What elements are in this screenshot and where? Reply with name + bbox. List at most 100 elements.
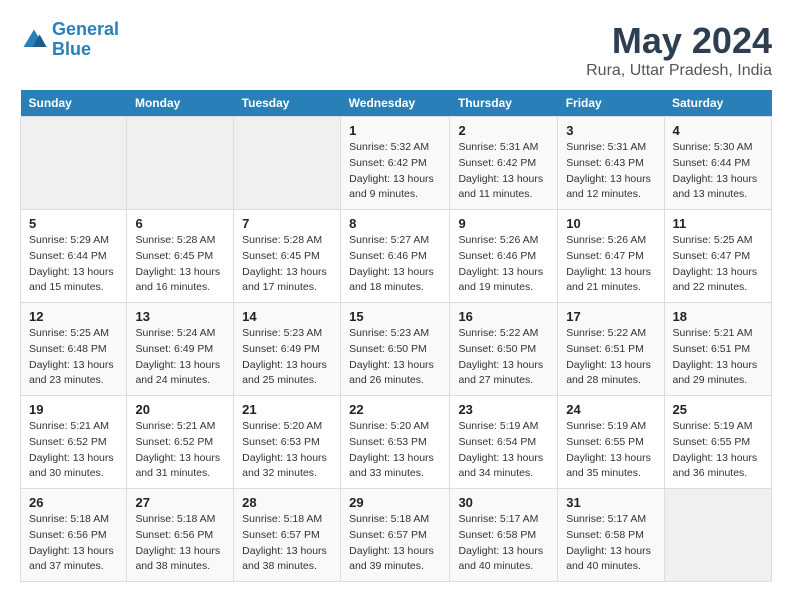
calendar-cell: 22Sunrise: 5:20 AMSunset: 6:53 PMDayligh… <box>341 396 450 489</box>
day-info: Sunrise: 5:23 AMSunset: 6:50 PMDaylight:… <box>349 326 441 389</box>
day-number: 9 <box>458 216 549 231</box>
calendar-cell: 7 Sunrise: 5:28 AMSunset: 6:45 PMDaylight… <box>234 210 341 303</box>
day-number: 15 <box>349 309 441 324</box>
calendar-cell: 11 Sunrise: 5:25 AMSunset: 6:47 PMDayligh… <box>664 210 772 303</box>
calendar-cell: 21 Sunrise: 5:20 AMSunset: 6:53 PMDayligh… <box>234 396 341 489</box>
weekday-header-monday: Monday <box>127 90 234 117</box>
day-number: 21 <box>242 402 332 417</box>
day-number: 7 <box>242 216 332 231</box>
day-info: Sunrise: 5:19 AMSunset: 6:54 PMDaylight:… <box>458 419 549 482</box>
calendar-cell: 14 Sunrise: 5:23 AMSunset: 6:49 PMDayligh… <box>234 303 341 396</box>
day-number: 1 <box>349 123 441 138</box>
calendar-cell: 31Sunrise: 5:17 AMSunset: 6:58 PMDayligh… <box>558 489 664 582</box>
weekday-header-sunday: Sunday <box>21 90 127 117</box>
day-info: Sunrise: 5:25 AMSunset: 6:48 PMDaylight:… <box>29 326 118 389</box>
day-info: Sunrise: 5:29 AMSunset: 6:44 PMDaylight:… <box>29 233 118 296</box>
day-number: 22 <box>349 402 441 417</box>
day-info: Sunrise: 5:27 AMSunset: 6:46 PMDaylight:… <box>349 233 441 296</box>
calendar-cell: 8Sunrise: 5:27 AMSunset: 6:46 PMDaylight… <box>341 210 450 303</box>
day-number: 2 <box>458 123 549 138</box>
calendar-cell: 3 Sunrise: 5:31 AMSunset: 6:43 PMDaylight… <box>558 117 664 210</box>
calendar-cell: 19 Sunrise: 5:21 AMSunset: 6:52 PMDayligh… <box>21 396 127 489</box>
calendar-cell: 4 Sunrise: 5:30 AMSunset: 6:44 PMDaylight… <box>664 117 772 210</box>
logo: General Blue <box>20 20 119 60</box>
calendar-cell: 5 Sunrise: 5:29 AMSunset: 6:44 PMDaylight… <box>21 210 127 303</box>
day-number: 12 <box>29 309 118 324</box>
day-info: Sunrise: 5:22 AMSunset: 6:51 PMDaylight:… <box>566 326 655 389</box>
calendar-table: SundayMondayTuesdayWednesdayThursdayFrid… <box>20 90 772 582</box>
day-info: Sunrise: 5:31 AMSunset: 6:43 PMDaylight:… <box>566 140 655 203</box>
calendar-cell: 20 Sunrise: 5:21 AMSunset: 6:52 PMDayligh… <box>127 396 234 489</box>
calendar-cell: 9 Sunrise: 5:26 AMSunset: 6:46 PMDaylight… <box>450 210 558 303</box>
calendar-cell: 25Sunrise: 5:19 AMSunset: 6:55 PMDayligh… <box>664 396 772 489</box>
day-info: Sunrise: 5:25 AMSunset: 6:47 PMDaylight:… <box>673 233 764 296</box>
day-number: 28 <box>242 495 332 510</box>
calendar-cell: 23 Sunrise: 5:19 AMSunset: 6:54 PMDayligh… <box>450 396 558 489</box>
day-info: Sunrise: 5:30 AMSunset: 6:44 PMDaylight:… <box>673 140 764 203</box>
day-number: 16 <box>458 309 549 324</box>
day-info: Sunrise: 5:28 AMSunset: 6:45 PMDaylight:… <box>242 233 332 296</box>
day-info: Sunrise: 5:21 AMSunset: 6:52 PMDaylight:… <box>29 419 118 482</box>
day-number: 26 <box>29 495 118 510</box>
day-number: 20 <box>135 402 225 417</box>
calendar-cell: 10Sunrise: 5:26 AMSunset: 6:47 PMDayligh… <box>558 210 664 303</box>
day-info: Sunrise: 5:21 AMSunset: 6:52 PMDaylight:… <box>135 419 225 482</box>
day-number: 18 <box>673 309 764 324</box>
calendar-cell: 18Sunrise: 5:21 AMSunset: 6:51 PMDayligh… <box>664 303 772 396</box>
day-info: Sunrise: 5:31 AMSunset: 6:42 PMDaylight:… <box>458 140 549 203</box>
calendar-cell: 16 Sunrise: 5:22 AMSunset: 6:50 PMDayligh… <box>450 303 558 396</box>
weekday-header-wednesday: Wednesday <box>341 90 450 117</box>
day-number: 11 <box>673 216 764 231</box>
day-info: Sunrise: 5:20 AMSunset: 6:53 PMDaylight:… <box>242 419 332 482</box>
calendar-cell: 12 Sunrise: 5:25 AMSunset: 6:48 PMDayligh… <box>21 303 127 396</box>
calendar-week-row: 5 Sunrise: 5:29 AMSunset: 6:44 PMDaylight… <box>21 210 772 303</box>
calendar-cell: 27 Sunrise: 5:18 AMSunset: 6:56 PMDayligh… <box>127 489 234 582</box>
day-number: 23 <box>458 402 549 417</box>
title-block: May 2024 Rura, Uttar Pradesh, India <box>586 20 772 80</box>
page-header: General Blue May 2024 Rura, Uttar Prades… <box>20 20 772 80</box>
day-number: 4 <box>673 123 764 138</box>
calendar-cell: 30 Sunrise: 5:17 AMSunset: 6:58 PMDayligh… <box>450 489 558 582</box>
day-info: Sunrise: 5:26 AMSunset: 6:46 PMDaylight:… <box>458 233 549 296</box>
day-info: Sunrise: 5:23 AMSunset: 6:49 PMDaylight:… <box>242 326 332 389</box>
calendar-cell: 6 Sunrise: 5:28 AMSunset: 6:45 PMDaylight… <box>127 210 234 303</box>
calendar-week-row: 19 Sunrise: 5:21 AMSunset: 6:52 PMDayligh… <box>21 396 772 489</box>
day-info: Sunrise: 5:18 AMSunset: 6:57 PMDaylight:… <box>349 512 441 575</box>
calendar-cell: 15 Sunrise: 5:23 AMSunset: 6:50 PMDayligh… <box>341 303 450 396</box>
calendar-cell: 13Sunrise: 5:24 AMSunset: 6:49 PMDayligh… <box>127 303 234 396</box>
day-info: Sunrise: 5:22 AMSunset: 6:50 PMDaylight:… <box>458 326 549 389</box>
day-number: 19 <box>29 402 118 417</box>
day-info: Sunrise: 5:19 AMSunset: 6:55 PMDaylight:… <box>673 419 764 482</box>
day-number: 14 <box>242 309 332 324</box>
calendar-cell: 17 Sunrise: 5:22 AMSunset: 6:51 PMDayligh… <box>558 303 664 396</box>
day-info: Sunrise: 5:18 AMSunset: 6:56 PMDaylight:… <box>29 512 118 575</box>
day-number: 30 <box>458 495 549 510</box>
day-number: 3 <box>566 123 655 138</box>
weekday-header-thursday: Thursday <box>450 90 558 117</box>
calendar-cell: 28Sunrise: 5:18 AMSunset: 6:57 PMDayligh… <box>234 489 341 582</box>
day-info: Sunrise: 5:18 AMSunset: 6:56 PMDaylight:… <box>135 512 225 575</box>
calendar-cell <box>21 117 127 210</box>
day-info: Sunrise: 5:32 AMSunset: 6:42 PMDaylight:… <box>349 140 441 203</box>
calendar-week-row: 1 Sunrise: 5:32 AMSunset: 6:42 PMDaylight… <box>21 117 772 210</box>
logo-text: General Blue <box>52 20 119 60</box>
day-number: 27 <box>135 495 225 510</box>
calendar-cell: 26 Sunrise: 5:18 AMSunset: 6:56 PMDayligh… <box>21 489 127 582</box>
weekday-header-friday: Friday <box>558 90 664 117</box>
day-number: 17 <box>566 309 655 324</box>
day-number: 5 <box>29 216 118 231</box>
day-info: Sunrise: 5:17 AMSunset: 6:58 PMDaylight:… <box>566 512 655 575</box>
weekday-header-row: SundayMondayTuesdayWednesdayThursdayFrid… <box>21 90 772 117</box>
calendar-cell <box>234 117 341 210</box>
weekday-header-saturday: Saturday <box>664 90 772 117</box>
day-info: Sunrise: 5:17 AMSunset: 6:58 PMDaylight:… <box>458 512 549 575</box>
main-title: May 2024 <box>586 20 772 62</box>
calendar-cell: 24Sunrise: 5:19 AMSunset: 6:55 PMDayligh… <box>558 396 664 489</box>
day-number: 29 <box>349 495 441 510</box>
calendar-week-row: 26 Sunrise: 5:18 AMSunset: 6:56 PMDayligh… <box>21 489 772 582</box>
calendar-cell: 1 Sunrise: 5:32 AMSunset: 6:42 PMDaylight… <box>341 117 450 210</box>
calendar-week-row: 12 Sunrise: 5:25 AMSunset: 6:48 PMDayligh… <box>21 303 772 396</box>
day-number: 6 <box>135 216 225 231</box>
logo-line1: General <box>52 19 119 39</box>
day-info: Sunrise: 5:28 AMSunset: 6:45 PMDaylight:… <box>135 233 225 296</box>
